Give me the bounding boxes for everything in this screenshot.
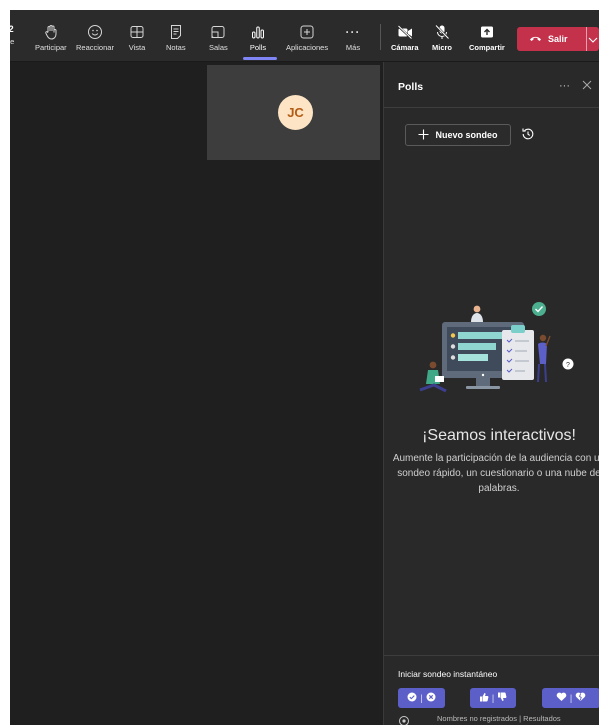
thumbs-up-icon xyxy=(479,692,489,704)
apps-label: Aplicaciones xyxy=(286,43,329,52)
leave-options-button[interactable] xyxy=(587,30,599,48)
quick-poll-divider xyxy=(384,655,599,656)
rooms-button[interactable]: Salas xyxy=(209,24,228,52)
quick-poll-yes-no-button[interactable]: | xyxy=(398,688,445,708)
meeting-stage: JC xyxy=(10,62,380,725)
grid-icon xyxy=(128,24,146,40)
rooms-icon xyxy=(209,24,227,40)
empty-state-illustration: ? xyxy=(418,302,578,407)
raise-hand-icon xyxy=(42,24,60,40)
view-button[interactable]: Vista xyxy=(128,24,146,52)
polls-button[interactable]: Polls xyxy=(249,24,267,52)
chevron-down-icon xyxy=(588,30,598,48)
thumbs-down-icon xyxy=(497,692,507,704)
poll-settings-summary: Nombres no registrados | Resultados xyxy=(437,714,561,723)
react-button[interactable]: Reaccionar xyxy=(76,24,114,52)
empty-state-title: ¡Seamos interactivos! xyxy=(422,427,576,444)
rooms-label: Salas xyxy=(209,43,228,52)
notes-button[interactable]: Notas xyxy=(166,24,186,52)
notes-label: Notas xyxy=(166,43,186,52)
active-tab-indicator xyxy=(243,57,277,60)
history-icon[interactable] xyxy=(521,127,535,146)
polls-label: Polls xyxy=(249,43,267,52)
quick-poll-hearts-button[interactable]: | xyxy=(542,688,599,708)
dismiss-circle-icon xyxy=(426,692,436,704)
polls-panel: Polls ··· Nuevo sondeo ? ¡Seamos interac… xyxy=(383,62,599,725)
react-label: Reaccionar xyxy=(76,43,114,52)
anonymous-settings-icon[interactable] xyxy=(398,714,410,725)
camera-button[interactable]: Cámara xyxy=(391,24,419,52)
meeting-toolbar: 2 te Participar Reaccionar Vista N xyxy=(10,10,599,62)
new-poll-button[interactable]: Nuevo sondeo xyxy=(405,124,511,146)
panel-more-options-icon[interactable]: ··· xyxy=(559,80,570,92)
polls-icon xyxy=(249,24,267,40)
participant-video-tile[interactable]: JC xyxy=(207,65,380,160)
leave-button-group: Salir xyxy=(517,27,599,51)
quick-poll-thumbs-button[interactable]: | xyxy=(470,688,516,708)
mic-label: Micro xyxy=(432,43,453,52)
raise-hand-label: Participar xyxy=(35,43,67,52)
empty-state-description: Aumente la participación de la audiencia… xyxy=(392,453,599,494)
close-icon[interactable] xyxy=(582,78,592,93)
svg-text:?: ? xyxy=(566,362,570,369)
camera-off-icon xyxy=(396,24,414,40)
smiley-icon xyxy=(86,24,104,40)
teams-meeting-window: 2 te Participar Reaccionar Vista N xyxy=(10,10,599,725)
leave-label: Salir xyxy=(548,34,568,44)
quick-poll-label: Iniciar sondeo instantáneo xyxy=(398,669,498,679)
plus-icon xyxy=(418,129,429,142)
check-circle-icon xyxy=(407,692,417,704)
participants-button[interactable]: 2 te xyxy=(10,24,14,46)
panel-header-divider xyxy=(384,107,599,108)
more-label: Más xyxy=(345,43,361,52)
hang-up-icon xyxy=(529,34,542,44)
apps-icon xyxy=(298,24,316,40)
share-button[interactable]: Compartir xyxy=(469,24,505,52)
participants-label: te xyxy=(10,37,15,46)
more-icon: ··· xyxy=(345,25,361,39)
notes-icon xyxy=(167,24,185,40)
share-icon xyxy=(478,24,496,40)
broken-heart-icon xyxy=(575,692,586,704)
heart-icon xyxy=(556,692,567,704)
participant-count: 2 xyxy=(10,24,14,34)
leave-button[interactable]: Salir xyxy=(517,34,586,44)
avatar: JC xyxy=(278,95,313,130)
mic-off-icon xyxy=(433,24,451,40)
share-label: Compartir xyxy=(469,43,505,52)
view-label: Vista xyxy=(128,43,146,52)
apps-button[interactable]: Aplicaciones xyxy=(286,24,328,52)
panel-title: Polls xyxy=(398,81,424,93)
new-poll-label: Nuevo sondeo xyxy=(435,130,498,140)
raise-hand-button[interactable]: Participar xyxy=(35,24,67,52)
toolbar-divider xyxy=(380,24,381,50)
more-button[interactable]: ··· Más xyxy=(344,24,362,52)
mic-button[interactable]: Micro xyxy=(432,24,452,52)
camera-label: Cámara xyxy=(391,43,419,52)
